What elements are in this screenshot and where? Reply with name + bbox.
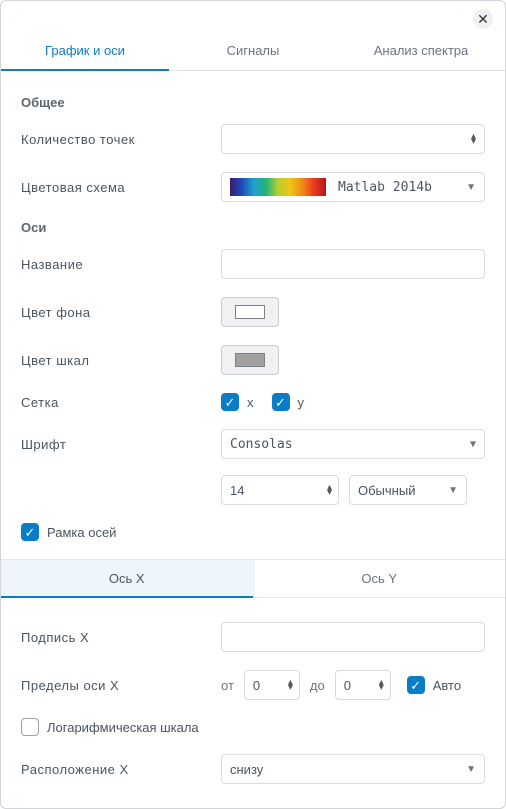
label-grid: Сетка [21, 395, 221, 410]
tab-label: Ось Y [361, 571, 397, 586]
font-size-spinner[interactable]: 14 ▴▾ [221, 475, 339, 505]
tab-label: График и оси [45, 43, 125, 58]
label-scale-color: Цвет шкал [21, 353, 221, 368]
tab-label: Анализ спектра [374, 43, 469, 58]
tab-spectrum[interactable]: Анализ спектра [337, 31, 505, 70]
limit-from-value: 0 [253, 678, 260, 693]
tab-signals[interactable]: Сигналы [169, 31, 337, 70]
updown-icon: ▴▾ [379, 680, 384, 690]
grid-y-label: y [298, 395, 305, 410]
label-axis-x-caption: Подпись X [21, 630, 221, 645]
axis-x-position-value: снизу [230, 762, 263, 777]
section-axes: Оси [21, 220, 485, 235]
tab-axis-x[interactable]: Ось X [1, 560, 254, 597]
num-points-select[interactable]: ▴▾ [221, 124, 485, 154]
tab-label: Сигналы [227, 43, 280, 58]
axis-x-caption-input[interactable] [221, 622, 485, 652]
scale-color-swatch [235, 353, 265, 367]
section-general: Общее [21, 95, 485, 110]
label-axis-x-limits: Пределы оси X [21, 678, 221, 693]
grid-x-checkbox[interactable]: ✓ [221, 393, 239, 411]
label-title: Название [21, 257, 221, 272]
title-input[interactable] [221, 249, 485, 279]
log-scale-label: Логарифмическая шкала [47, 720, 199, 735]
log-scale-checkbox[interactable] [21, 718, 39, 736]
grid-x-label: x [247, 395, 254, 410]
scale-color-button[interactable] [221, 345, 279, 375]
chevron-down-icon: ▼ [448, 485, 458, 496]
font-weight-select[interactable]: Обычный ▼ [349, 475, 467, 505]
close-icon: ✕ [477, 12, 489, 26]
updown-icon: ▴▾ [471, 134, 476, 144]
chevron-down-icon: ▼ [470, 439, 476, 450]
bg-color-button[interactable] [221, 297, 279, 327]
color-gradient-preview [230, 178, 326, 196]
font-size-value: 14 [230, 483, 244, 498]
axis-x-position-select[interactable]: снизу ▼ [221, 754, 485, 784]
font-weight-value: Обычный [358, 483, 415, 498]
tab-label: Ось X [109, 571, 145, 586]
grid-y-checkbox[interactable]: ✓ [272, 393, 290, 411]
label-num-points: Количество точек [21, 132, 221, 147]
color-scheme-select[interactable]: Matlab 2014b ▼ [221, 172, 485, 202]
label-to: до [310, 678, 325, 693]
tab-graph-axes[interactable]: График и оси [1, 31, 169, 70]
updown-icon: ▴▾ [327, 485, 332, 495]
tab-axis-y[interactable]: Ось Y [254, 560, 506, 597]
font-family-value: Consolas [230, 437, 293, 452]
label-axis-x-position: Расположение X [21, 762, 221, 777]
axes-frame-checkbox[interactable]: ✓ [21, 523, 39, 541]
updown-icon: ▴▾ [288, 680, 293, 690]
limit-to-value: 0 [344, 678, 351, 693]
label-color-scheme: Цветовая схема [21, 180, 221, 195]
bg-color-swatch [235, 305, 265, 319]
limit-from-spinner[interactable]: 0 ▴▾ [244, 670, 300, 700]
label-from: от [221, 678, 234, 693]
chevron-down-icon: ▼ [466, 182, 476, 193]
font-family-select[interactable]: Consolas ▼ [221, 429, 485, 459]
label-bg-color: Цвет фона [21, 305, 221, 320]
limit-to-spinner[interactable]: 0 ▴▾ [335, 670, 391, 700]
main-tabs: График и оси Сигналы Анализ спектра [1, 31, 505, 71]
limits-auto-checkbox[interactable]: ✓ [407, 676, 425, 694]
color-scheme-value: Matlab 2014b [338, 180, 432, 195]
limits-auto-label: Авто [433, 678, 461, 693]
label-font: Шрифт [21, 437, 221, 452]
chevron-down-icon: ▼ [466, 764, 476, 775]
axis-tabs: Ось X Ось Y [1, 559, 505, 598]
axes-frame-label: Рамка осей [47, 525, 116, 540]
close-button[interactable]: ✕ [473, 9, 493, 29]
